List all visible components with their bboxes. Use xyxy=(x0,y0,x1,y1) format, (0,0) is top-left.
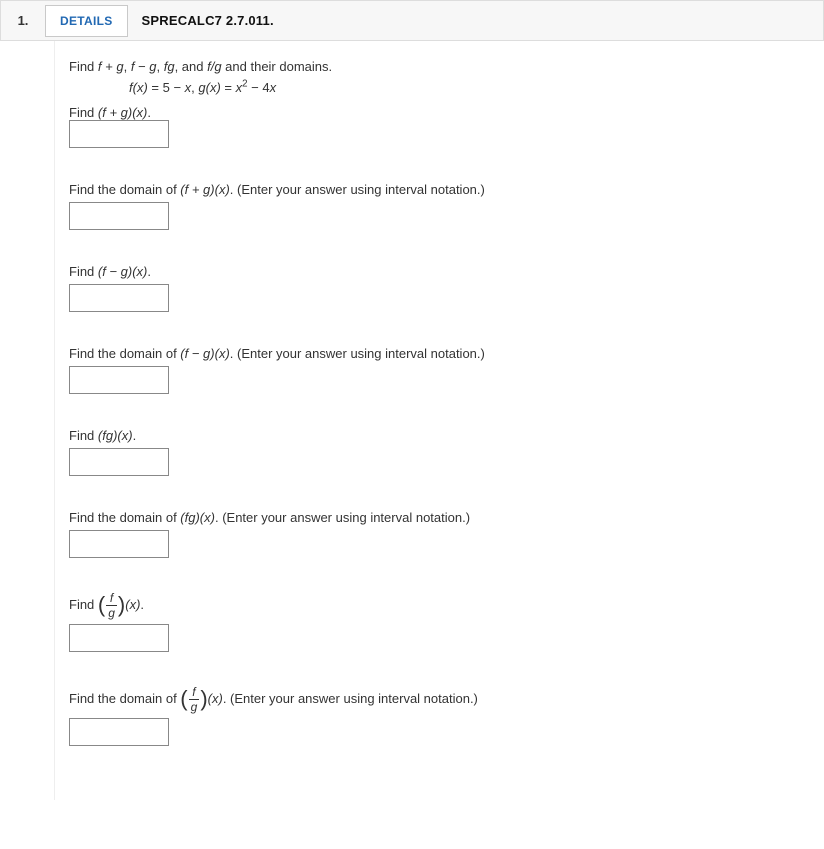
details-button[interactable]: DETAILS xyxy=(45,5,128,37)
frac-den-1: g xyxy=(106,606,117,619)
interval-1: . (Enter your answer using interval nota… xyxy=(230,182,485,197)
intro-sep2: , xyxy=(156,59,163,74)
dot-1: . xyxy=(147,105,151,120)
intro-fg: fg xyxy=(164,59,175,74)
interval-2: . (Enter your answer using interval nota… xyxy=(230,346,485,361)
dot-3: . xyxy=(133,428,137,443)
prompt-foverg: Find (fg)(x). xyxy=(69,592,810,619)
rparen-2: ) xyxy=(200,686,207,711)
question-header: 1. DETAILS SPRECALC7 2.7.011. xyxy=(0,0,824,41)
intro-find: Find xyxy=(69,59,98,74)
f-rhs-a: 5 − xyxy=(163,80,185,95)
frac-num-2: f xyxy=(189,686,200,700)
prompt-domain-foverg: Find the domain of (fg)(x). (Enter your … xyxy=(69,686,810,713)
find-domain-4: Find the domain of xyxy=(69,691,180,706)
function-definitions: f(x) = 5 − x, g(x) = x2 − 4x xyxy=(129,80,810,95)
block-foverg: Find (fg)(x). xyxy=(69,592,810,652)
answer-input-foverg[interactable] xyxy=(69,624,169,652)
intro-foverg: f/g xyxy=(207,59,221,74)
intro-and: , and xyxy=(175,59,208,74)
prompt-fminusg: Find (f − g)(x). xyxy=(69,264,810,279)
prompt-domain-fg: Find the domain of (fg)(x). (Enter your … xyxy=(69,510,810,525)
frac-num-1: f xyxy=(106,592,117,606)
find-domain-1: Find the domain of xyxy=(69,182,180,197)
question-content: Find f + g, f − g, fg, and f/g and their… xyxy=(54,41,824,800)
answer-input-domain-fminusg[interactable] xyxy=(69,366,169,394)
interval-4: . (Enter your answer using interval nota… xyxy=(223,691,478,706)
lparen-2: ( xyxy=(180,686,187,711)
g-eq: = xyxy=(221,80,236,95)
g-rhs-c: x xyxy=(270,80,277,95)
find-domain-3: Find the domain of xyxy=(69,510,180,525)
rparen-1: ) xyxy=(118,592,125,617)
intro-fplusg: f + g xyxy=(98,59,124,74)
g-lhs: g(x) xyxy=(198,80,220,95)
intro-suffix: and their domains. xyxy=(222,59,333,74)
op-fg-d: (fg)(x) xyxy=(180,510,215,525)
op-fplusg: (f + g)(x) xyxy=(98,105,147,120)
ofx-1: (x) xyxy=(125,597,140,612)
question-reference: SPRECALC7 2.7.011. xyxy=(142,13,274,28)
answer-input-domain-foverg[interactable] xyxy=(69,718,169,746)
prompt-domain-fplusg: Find the domain of (f + g)(x). (Enter yo… xyxy=(69,182,810,197)
prompt-fg: Find (fg)(x). xyxy=(69,428,810,443)
block-fplusg: Find (f + g)(x). xyxy=(69,105,810,148)
op-fminusg-d: (f − g)(x) xyxy=(180,346,229,361)
block-domain-foverg: Find the domain of (fg)(x). (Enter your … xyxy=(69,686,810,746)
answer-input-domain-fplusg[interactable] xyxy=(69,202,169,230)
frac-den-2: g xyxy=(189,700,200,713)
frac-fg-1: fg xyxy=(106,592,117,619)
find-domain-2: Find the domain of xyxy=(69,346,180,361)
ofx-2: (x) xyxy=(208,691,223,706)
block-domain-fg: Find the domain of (fg)(x). (Enter your … xyxy=(69,510,810,558)
block-domain-fminusg: Find the domain of (f − g)(x). (Enter yo… xyxy=(69,346,810,394)
find-word-1: Find xyxy=(69,105,98,120)
question-number: 1. xyxy=(1,1,45,40)
op-fplusg-d: (f + g)(x) xyxy=(180,182,229,197)
prompt-fplusg: Find (f + g)(x). xyxy=(69,105,810,120)
answer-input-fg[interactable] xyxy=(69,448,169,476)
op-fminusg: (f − g)(x) xyxy=(98,264,147,279)
answer-input-fplusg[interactable] xyxy=(69,120,169,148)
f-eq: = xyxy=(148,80,163,95)
intro-fminusg: f − g xyxy=(131,59,157,74)
block-fg: Find (fg)(x). xyxy=(69,428,810,476)
dot-4: . xyxy=(140,597,144,612)
block-fminusg: Find (f − g)(x). xyxy=(69,264,810,312)
intro-text: Find f + g, f − g, fg, and f/g and their… xyxy=(69,59,810,74)
frac-fg-2: fg xyxy=(189,686,200,713)
lparen-1: ( xyxy=(98,592,105,617)
op-fg: (fg)(x) xyxy=(98,428,133,443)
prompt-domain-fminusg: Find the domain of (f − g)(x). (Enter yo… xyxy=(69,346,810,361)
answer-input-fminusg[interactable] xyxy=(69,284,169,312)
find-word-4: Find xyxy=(69,597,98,612)
dot-2: . xyxy=(147,264,151,279)
block-domain-fplusg: Find the domain of (f + g)(x). (Enter yo… xyxy=(69,182,810,230)
find-word-3: Find xyxy=(69,428,98,443)
answer-input-domain-fg[interactable] xyxy=(69,530,169,558)
intro-sep1: , xyxy=(124,59,131,74)
f-lhs: f(x) xyxy=(129,80,148,95)
find-word-2: Find xyxy=(69,264,98,279)
interval-3: . (Enter your answer using interval nota… xyxy=(215,510,470,525)
g-rhs-b: − 4 xyxy=(248,80,270,95)
